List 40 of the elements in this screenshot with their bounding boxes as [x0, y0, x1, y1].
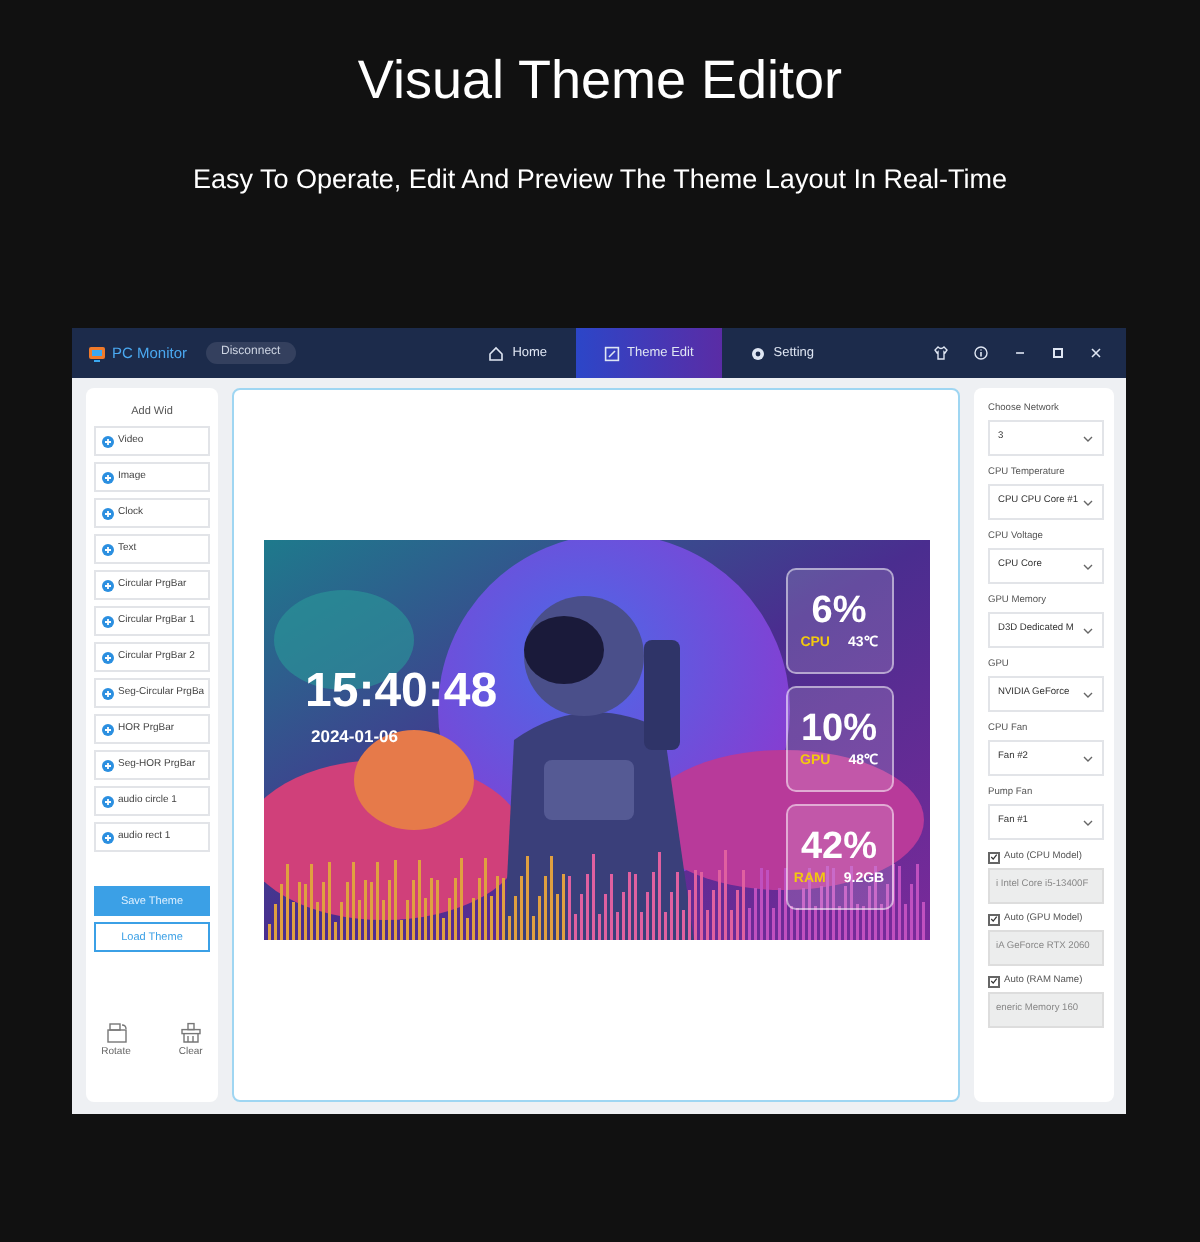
plus-icon — [102, 471, 114, 484]
plus-icon — [102, 543, 114, 556]
chevron-icon — [1082, 433, 1094, 443]
settings-icon — [749, 345, 766, 361]
stat-value: 10% — [800, 707, 878, 751]
chevron-icon — [1082, 689, 1094, 699]
clock-text: 15:40:48 — [305, 665, 498, 717]
monitor-icon — [88, 345, 106, 361]
edit-icon — [603, 345, 620, 361]
close-icon — [1090, 346, 1102, 360]
plus-icon — [102, 579, 114, 592]
shirt-icon — [934, 346, 948, 360]
rotate-icon — [105, 1022, 128, 1045]
minimize-icon — [1014, 346, 1026, 360]
checkbox[interactable] — [988, 851, 1000, 863]
plus-icon — [102, 795, 114, 808]
chevron-icon — [1082, 497, 1094, 507]
plus-icon — [102, 831, 114, 844]
checkbox[interactable] — [988, 913, 1000, 925]
checkbox[interactable] — [988, 975, 1000, 987]
stat-value: 6% — [811, 589, 867, 633]
plus-icon — [102, 723, 114, 736]
plus-icon — [102, 435, 114, 448]
plus-icon — [102, 687, 114, 700]
stat-value: 42% — [800, 825, 878, 869]
plus-icon — [102, 759, 114, 772]
home-icon — [488, 345, 505, 361]
info-icon — [974, 346, 988, 360]
broom-icon — [179, 1022, 202, 1045]
plus-icon — [102, 651, 114, 664]
chevron-icon — [1082, 753, 1094, 763]
date-text: 2024-01-06 — [311, 723, 398, 749]
plus-icon — [102, 615, 114, 628]
page-subtitle: Easy To Operate, Edit And Preview The Theme Layout In Real-Time — [191, 164, 1009, 196]
plus-icon — [102, 507, 114, 520]
chevron-icon — [1082, 625, 1094, 635]
maximize-icon — [1052, 346, 1064, 360]
chevron-icon — [1082, 817, 1094, 827]
page-title: Visual Theme Editor — [355, 48, 845, 112]
chevron-icon — [1082, 561, 1094, 571]
